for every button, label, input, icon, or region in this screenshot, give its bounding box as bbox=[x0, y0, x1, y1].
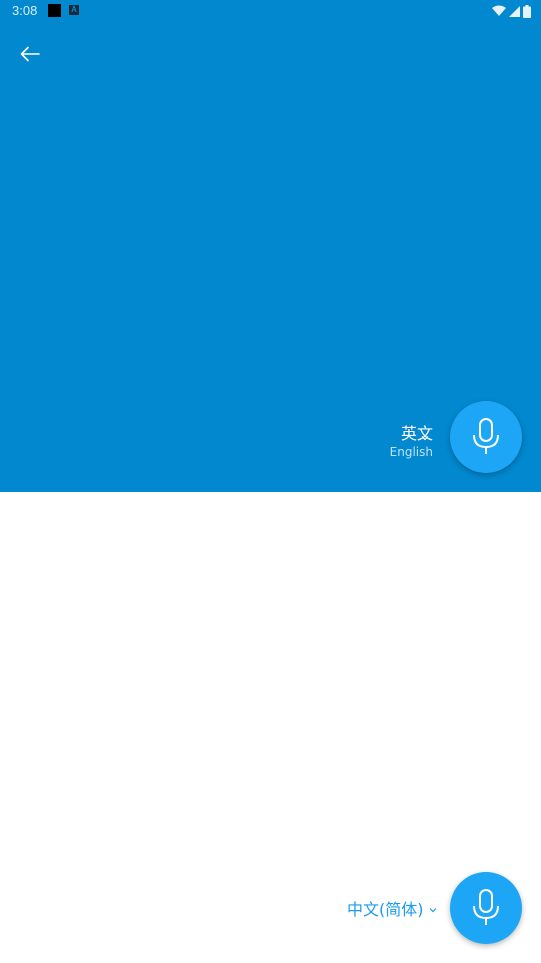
back-button[interactable] bbox=[12, 36, 48, 72]
target-language-label: 中文(简体) bbox=[347, 900, 424, 919]
target-language-selector[interactable]: 中文(简体) bbox=[347, 900, 437, 920]
notification-a-icon: A bbox=[69, 5, 79, 15]
target-mic-button[interactable] bbox=[450, 872, 522, 944]
chevron-down-icon bbox=[421, 436, 429, 441]
status-icons bbox=[492, 3, 531, 19]
source-mic-button[interactable] bbox=[450, 401, 522, 473]
source-language-panel: 3:08 A 英文 English bbox=[0, 0, 541, 492]
microphone-icon bbox=[473, 418, 499, 454]
arrow-left-icon bbox=[20, 46, 40, 62]
chevron-down-icon bbox=[429, 908, 436, 913]
status-time: 3:08 bbox=[12, 3, 38, 18]
source-language-selector[interactable]: 英文 English bbox=[390, 424, 433, 460]
status-bar: 3:08 A bbox=[0, 0, 541, 22]
notification-icon bbox=[48, 4, 61, 17]
source-language-english: English bbox=[389, 445, 433, 459]
wifi-icon bbox=[492, 5, 506, 16]
battery-icon bbox=[523, 4, 531, 18]
cellular-signal-icon bbox=[509, 5, 520, 17]
microphone-icon bbox=[473, 889, 499, 925]
